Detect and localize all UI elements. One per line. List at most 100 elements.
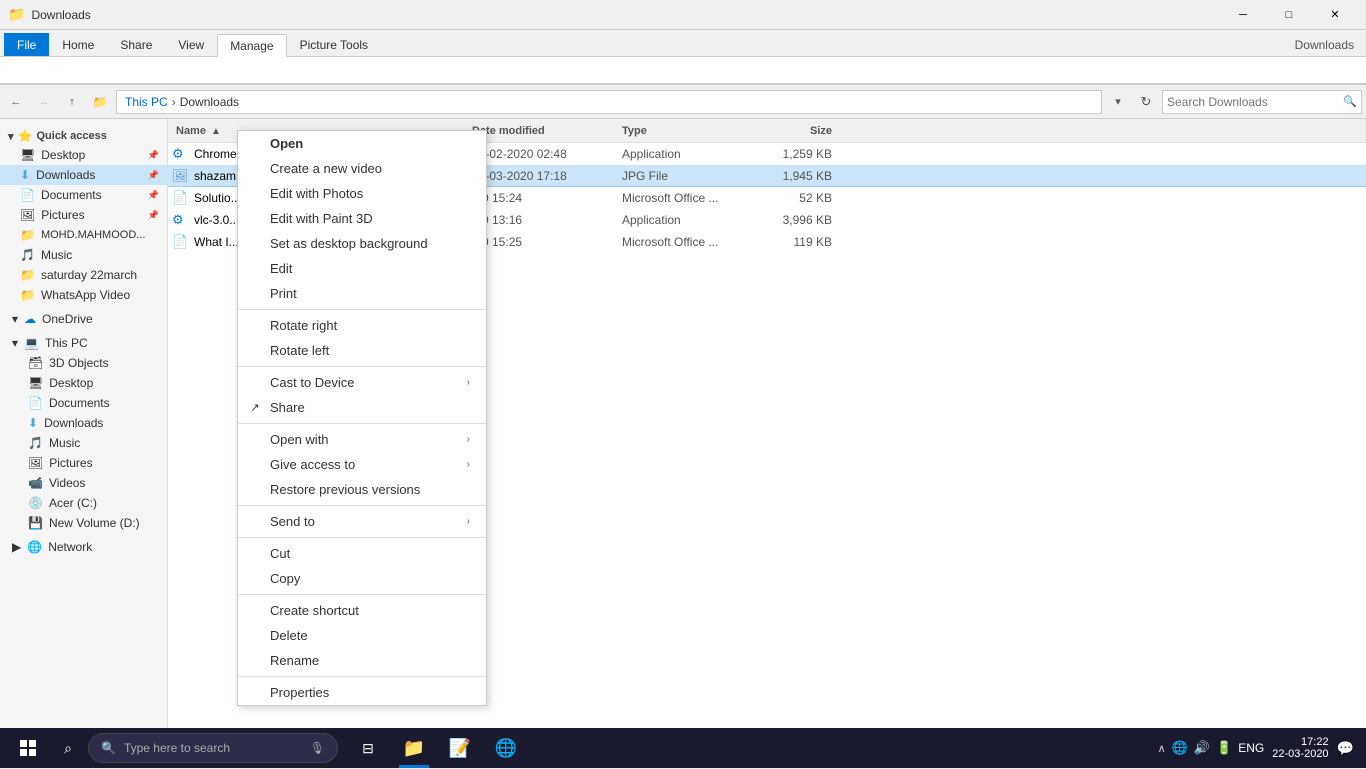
- ctx-share[interactable]: ↗ Share: [238, 395, 486, 420]
- sidebar-item-pictures-quick[interactable]: 🖼 Pictures 📌: [0, 205, 167, 225]
- ctx-create-video-label: Create a new video: [270, 161, 382, 176]
- windows-logo-icon: [20, 740, 36, 756]
- ctx-set-background[interactable]: Set as desktop background: [238, 231, 486, 256]
- network-label: Network: [48, 540, 92, 554]
- notification-icon[interactable]: 💬: [1337, 740, 1354, 757]
- ctx-send-to[interactable]: Send to ›: [238, 509, 486, 534]
- ctx-edit-paint3d[interactable]: Edit with Paint 3D: [238, 206, 486, 231]
- ctx-open-with[interactable]: Open with ›: [238, 427, 486, 452]
- sidebar-item-documents-quick[interactable]: 📄 Documents 📌: [0, 185, 167, 205]
- thispc-label: This PC: [45, 336, 88, 350]
- sidebar-item-music[interactable]: 🎵 Music: [0, 433, 167, 453]
- file-icon-doc: 📄: [172, 190, 188, 206]
- ctx-separator-6: [238, 594, 486, 595]
- quickaccess-icon: ⭐: [18, 129, 33, 143]
- file-explorer-taskbar-button[interactable]: 📁: [392, 728, 436, 768]
- ctx-print[interactable]: Print: [238, 281, 486, 306]
- quickaccess-chevron: ▾: [8, 130, 14, 143]
- ctx-copy[interactable]: Copy: [238, 566, 486, 591]
- sidebar-item-3dobjects[interactable]: 🗃 3D Objects: [0, 353, 167, 373]
- language-indicator[interactable]: ENG: [1238, 741, 1264, 755]
- videos-icon: 📹: [28, 476, 43, 490]
- file-type: Application: [622, 147, 752, 161]
- file-icon-app: ⚙: [172, 146, 188, 162]
- back-button[interactable]: ←: [4, 90, 28, 114]
- sidebar-item-mohd[interactable]: 📁 MOHD.MAHMOOD...: [0, 225, 167, 245]
- sidebar-item-network[interactable]: ▶ 🌐 Network: [0, 537, 167, 557]
- chrome-taskbar-button[interactable]: 🌐: [484, 728, 528, 768]
- network-taskbar-icon[interactable]: 🌐: [1172, 740, 1188, 756]
- sidebar-item-downloads-quick[interactable]: ⬇ Downloads 📌: [0, 165, 167, 185]
- sidebar-item-onedrive[interactable]: ▾ ☁ OneDrive: [0, 309, 167, 329]
- onedrive-icon: ☁: [24, 312, 36, 326]
- battery-icon[interactable]: 🔋: [1216, 740, 1232, 756]
- file-date: ...0 13:16: [472, 213, 622, 227]
- chevron-up-icon[interactable]: ∧: [1158, 742, 1166, 755]
- tab-picture-tools[interactable]: Picture Tools: [287, 33, 381, 56]
- tab-view[interactable]: View: [165, 33, 217, 56]
- word-taskbar-button[interactable]: 📝: [438, 728, 482, 768]
- search-input[interactable]: [1167, 95, 1353, 109]
- sidebar-item-music-quick[interactable]: 🎵 Music: [0, 245, 167, 265]
- tab-file[interactable]: File: [4, 33, 49, 56]
- sidebar-item-label: saturday 22march: [41, 268, 137, 282]
- sidebar-item-saturday[interactable]: 📁 saturday 22march: [0, 265, 167, 285]
- file-date: 22-03-2020 17:18: [472, 169, 622, 183]
- sidebar-item-downloads[interactable]: ⬇ Downloads: [0, 413, 167, 433]
- close-button[interactable]: ✕: [1312, 0, 1358, 30]
- ctx-cast[interactable]: Cast to Device ›: [238, 370, 486, 395]
- path-thispc[interactable]: This PC: [125, 95, 168, 109]
- sidebar-item-newvolumed[interactable]: 💾 New Volume (D:): [0, 513, 167, 533]
- tab-manage[interactable]: Manage: [217, 34, 286, 57]
- ctx-give-access[interactable]: Give access to ›: [238, 452, 486, 477]
- file-size: 1,259 KB: [752, 147, 832, 161]
- taskbar-search-text: Type here to search: [124, 741, 230, 755]
- music-icon: 🎵: [28, 436, 43, 450]
- tab-home[interactable]: Home: [49, 33, 107, 56]
- col-size-header[interactable]: Size: [752, 125, 832, 137]
- dropdown-button[interactable]: ▾: [1106, 90, 1130, 114]
- forward-button[interactable]: →: [32, 90, 56, 114]
- ctx-open[interactable]: Open: [238, 131, 486, 156]
- col-type-header[interactable]: Type: [622, 125, 752, 137]
- sidebar-item-pictures[interactable]: 🖼 Pictures: [0, 453, 167, 473]
- ctx-create-video[interactable]: Create a new video: [238, 156, 486, 181]
- sidebar-quickaccess-header[interactable]: ▾ ⭐ Quick access: [0, 123, 167, 145]
- path-downloads[interactable]: Downloads: [180, 95, 239, 109]
- sidebar-item-acerc[interactable]: 💿 Acer (C:): [0, 493, 167, 513]
- sidebar-item-thispc-header[interactable]: ▾ 💻 This PC: [0, 333, 167, 353]
- start-button[interactable]: [4, 728, 52, 768]
- sidebar-item-desktop-quick[interactable]: 🖥 Desktop 📌: [0, 145, 167, 165]
- ctx-cut[interactable]: Cut: [238, 541, 486, 566]
- refresh-button[interactable]: ↻: [1134, 90, 1158, 114]
- up-button[interactable]: ↑: [60, 90, 84, 114]
- col-date-header[interactable]: Date modified: [472, 125, 622, 137]
- sidebar-item-label: 3D Objects: [49, 356, 108, 370]
- ctx-rename[interactable]: Rename: [238, 648, 486, 673]
- ctx-rotate-right[interactable]: Rotate right: [238, 313, 486, 338]
- tab-share[interactable]: Share: [107, 33, 165, 56]
- search-box[interactable]: 🔍: [1162, 90, 1362, 114]
- search-button[interactable]: ⌕: [52, 728, 84, 768]
- sidebar-item-videos[interactable]: 📹 Videos: [0, 473, 167, 493]
- ctx-restore[interactable]: Restore previous versions: [238, 477, 486, 502]
- file-size: 52 KB: [752, 191, 832, 205]
- taskbar-clock[interactable]: 17:22 22-03-2020: [1272, 736, 1328, 760]
- sidebar-item-desktop[interactable]: 🖥 Desktop: [0, 373, 167, 393]
- maximize-button[interactable]: □: [1266, 0, 1312, 30]
- task-view-button[interactable]: ⊟: [346, 728, 390, 768]
- address-input[interactable]: This PC › Downloads: [116, 90, 1102, 114]
- ctx-properties[interactable]: Properties: [238, 680, 486, 705]
- taskbar-search-box[interactable]: 🔍 Type here to search 🎙: [88, 733, 338, 763]
- ctx-delete[interactable]: Delete: [238, 623, 486, 648]
- ctx-edit[interactable]: Edit: [238, 256, 486, 281]
- sidebar: ▾ ⭐ Quick access 🖥 Desktop 📌 ⬇ Downloads…: [0, 119, 168, 741]
- ctx-create-shortcut[interactable]: Create shortcut: [238, 598, 486, 623]
- sound-icon[interactable]: 🔊: [1194, 740, 1210, 756]
- ctx-edit-photos[interactable]: Edit with Photos: [238, 181, 486, 206]
- ctx-open-with-arrow: ›: [467, 434, 470, 445]
- ctx-rotate-left[interactable]: Rotate left: [238, 338, 486, 363]
- minimize-button[interactable]: ─: [1220, 0, 1266, 30]
- sidebar-item-documents[interactable]: 📄 Documents: [0, 393, 167, 413]
- sidebar-item-whatsapp[interactable]: 📁 WhatsApp Video: [0, 285, 167, 305]
